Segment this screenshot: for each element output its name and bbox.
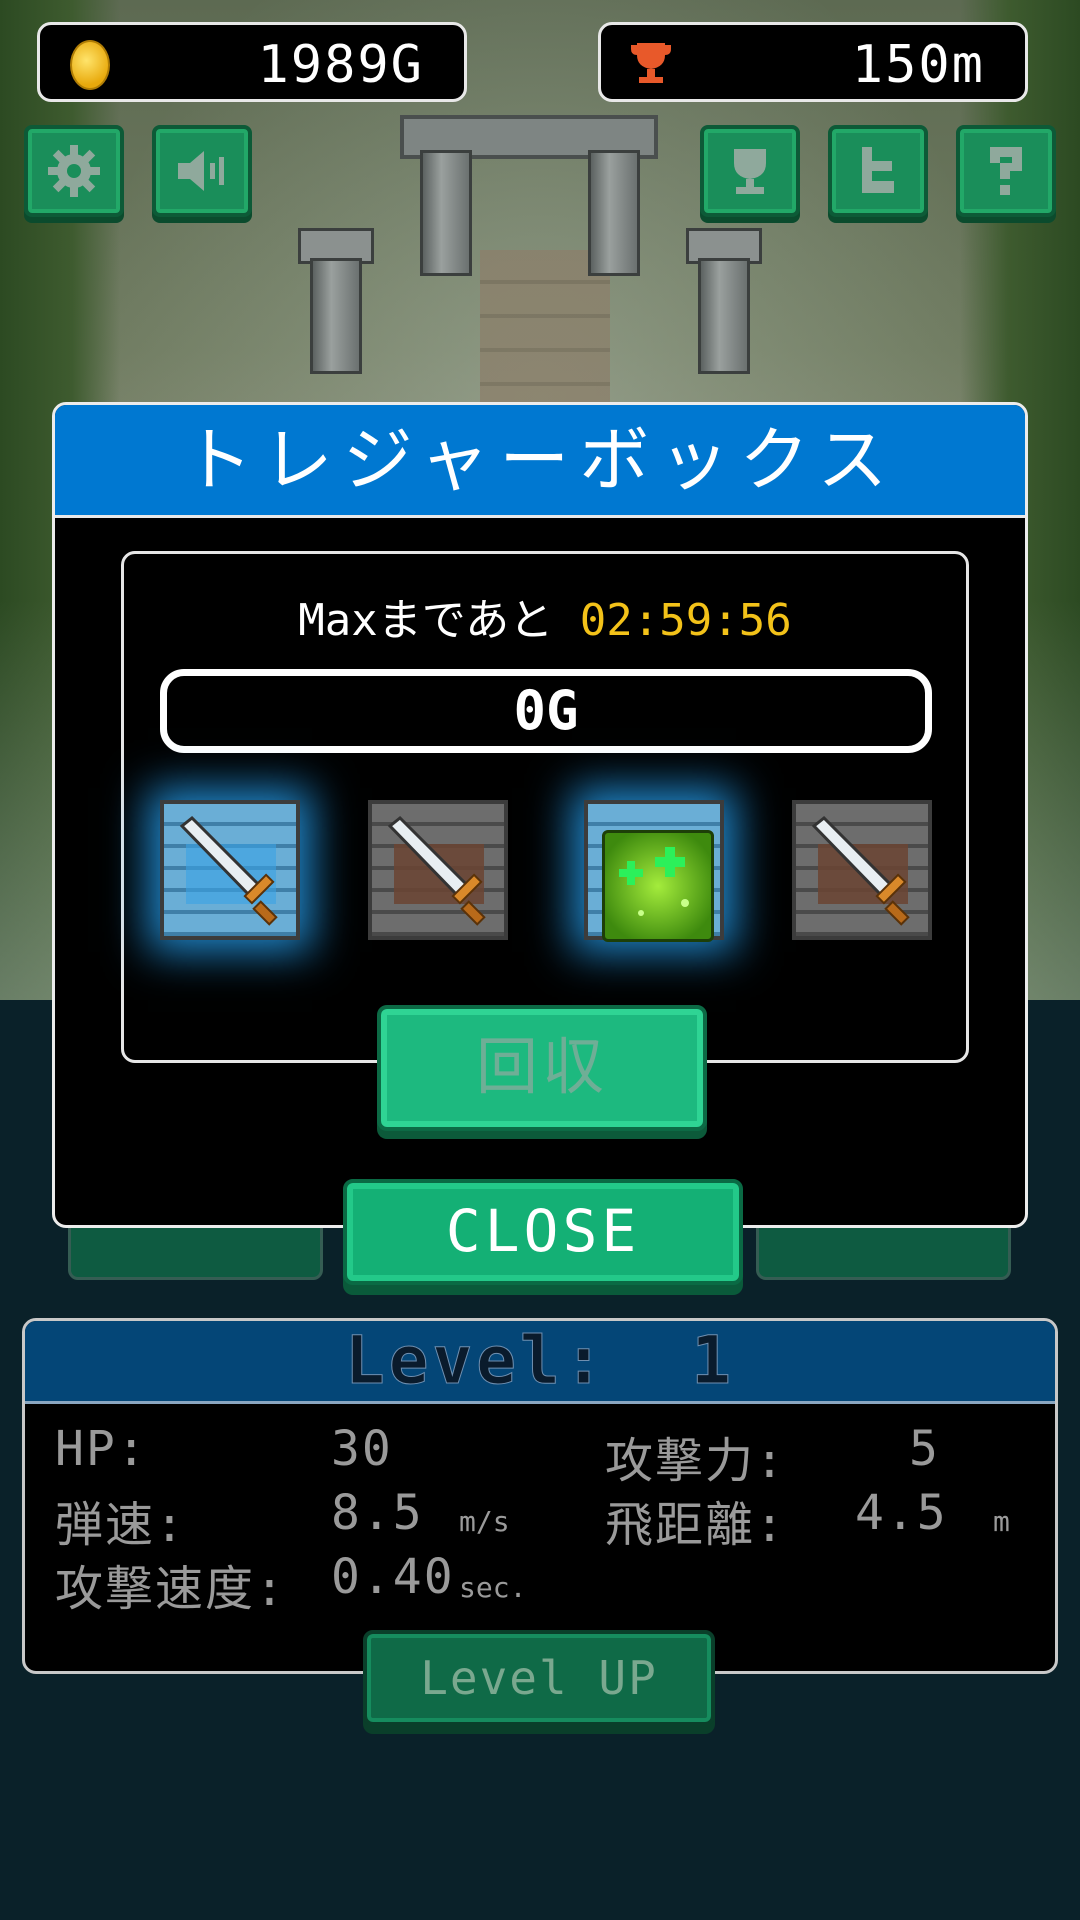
attack-speed-unit: sec. (459, 1571, 527, 1604)
treasure-inner-panel: Maxまであと 02:59:56 0G (121, 551, 969, 1063)
speaker-icon (178, 151, 224, 191)
attack-speed-value: 0.40 (331, 1549, 455, 1605)
timer-prefix: Maxまであと (298, 595, 554, 646)
distance-counter: 150m (598, 22, 1028, 102)
trophy-icon (734, 149, 766, 194)
modal-title: トレジャーボックス (55, 405, 1025, 518)
twitter-button[interactable] (828, 125, 928, 217)
gear-icon (48, 145, 100, 197)
hp-label: HP: (55, 1421, 148, 1477)
treasure-box-modal: トレジャーボックス Maxまであと 02:59:56 0G 回収 CLOSE (52, 402, 1028, 1285)
bullet-speed-label: 弾速: (55, 1497, 186, 1553)
level-value: 1 (691, 1322, 735, 1400)
treasure-slot-1 (160, 800, 300, 940)
ranking-button[interactable] (700, 125, 800, 217)
coin-icon (70, 40, 110, 90)
help-button[interactable] (956, 125, 1056, 217)
player-stats-panel: Level: 1 HP: 30 攻撃力: 5 弾速: 8.5 m/s 飛距離: … (22, 1318, 1058, 1674)
timer-value: 02:59:56 (579, 595, 792, 646)
treasure-slot-4 (792, 800, 932, 940)
gold-value: 1989G (257, 35, 424, 95)
sword-icon (811, 815, 910, 926)
bullet-speed-unit: m/s (459, 1505, 510, 1538)
treasure-slot-2 (368, 800, 508, 940)
collected-gold-display: 0G (160, 669, 932, 753)
help-icon (990, 147, 1022, 195)
level-header: Level: 1 (25, 1321, 1055, 1404)
twitter-icon (862, 147, 894, 193)
attack-speed-label: 攻撃速度: (55, 1561, 286, 1617)
trophy-icon (631, 43, 671, 83)
close-button[interactable]: CLOSE (343, 1179, 743, 1285)
level-up-button[interactable]: Level UP (363, 1630, 715, 1726)
collect-button[interactable]: 回収 (377, 1005, 707, 1131)
ruin-pillar (588, 150, 640, 276)
range-value: 4.5 (855, 1485, 948, 1541)
range-unit: m (993, 1505, 1010, 1538)
distance-value: 150m (851, 35, 985, 95)
sound-button[interactable] (152, 125, 252, 217)
bullet-speed-value: 8.5 (331, 1485, 424, 1541)
attack-label: 攻撃力: (605, 1433, 786, 1489)
ruin-pillar (420, 150, 472, 276)
heal-herb-icon (602, 830, 714, 942)
gold-counter: 1989G (37, 22, 467, 102)
sword-icon (179, 815, 278, 926)
hp-value: 30 (331, 1421, 393, 1477)
settings-button[interactable] (24, 125, 124, 217)
ruin-pillar (698, 258, 750, 374)
treasure-slot-3 (584, 800, 724, 942)
timer-line: Maxまであと 02:59:56 (124, 584, 966, 648)
sword-icon (387, 815, 486, 926)
attack-value: 5 (909, 1421, 940, 1477)
ruin-pillar (310, 258, 362, 374)
range-label: 飛距離: (605, 1497, 786, 1553)
level-label: Level: (345, 1322, 608, 1400)
